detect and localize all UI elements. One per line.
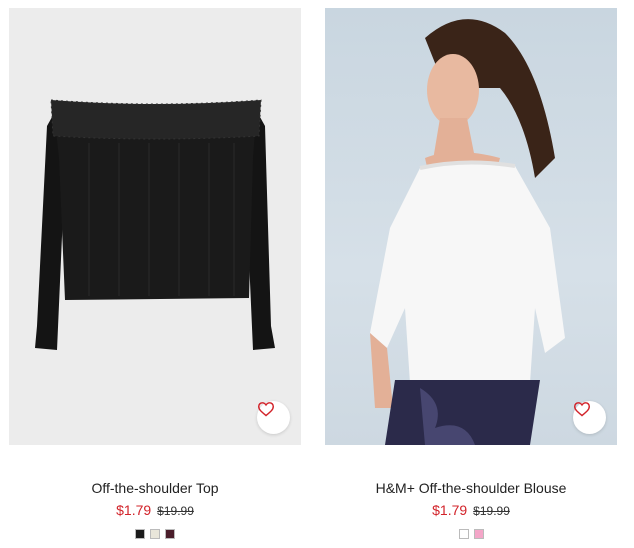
favorite-button[interactable] [573,401,606,434]
product-name[interactable]: Off-the-shoulder Top [9,479,301,497]
color-swatches [9,529,301,539]
color-swatch-burgundy[interactable] [165,529,175,539]
color-swatches [325,529,617,539]
product-image[interactable] [325,8,617,445]
original-price: $19.99 [473,504,510,518]
sale-price: $1.79 [432,502,468,518]
product-info: H&M+ Off-the-shoulder Blouse $1.79 $19.99 [325,445,617,539]
original-price: $19.99 [157,504,194,518]
price-row: $1.79 $19.99 [325,501,617,520]
product-card[interactable]: H&M+ Off-the-shoulder Blouse $1.79 $19.99 [325,8,617,539]
heart-outline-icon [573,402,591,417]
color-swatch-white[interactable] [458,529,469,539]
favorite-button[interactable] [257,401,290,434]
product-image[interactable] [9,8,301,445]
color-swatch-cream[interactable] [150,529,160,539]
black-top-illustration [35,99,275,350]
color-swatch-black[interactable] [135,529,145,539]
price-row: $1.79 $19.99 [9,501,301,520]
product-info: Off-the-shoulder Top $1.79 $19.99 [9,445,301,539]
sale-price: $1.79 [116,502,152,518]
model-blouse-illustration [370,19,565,445]
color-swatch-pink[interactable] [473,529,484,539]
heart-outline-icon [257,402,275,417]
product-name[interactable]: H&M+ Off-the-shoulder Blouse [325,479,617,497]
product-card[interactable]: Off-the-shoulder Top $1.79 $19.99 [9,8,301,539]
